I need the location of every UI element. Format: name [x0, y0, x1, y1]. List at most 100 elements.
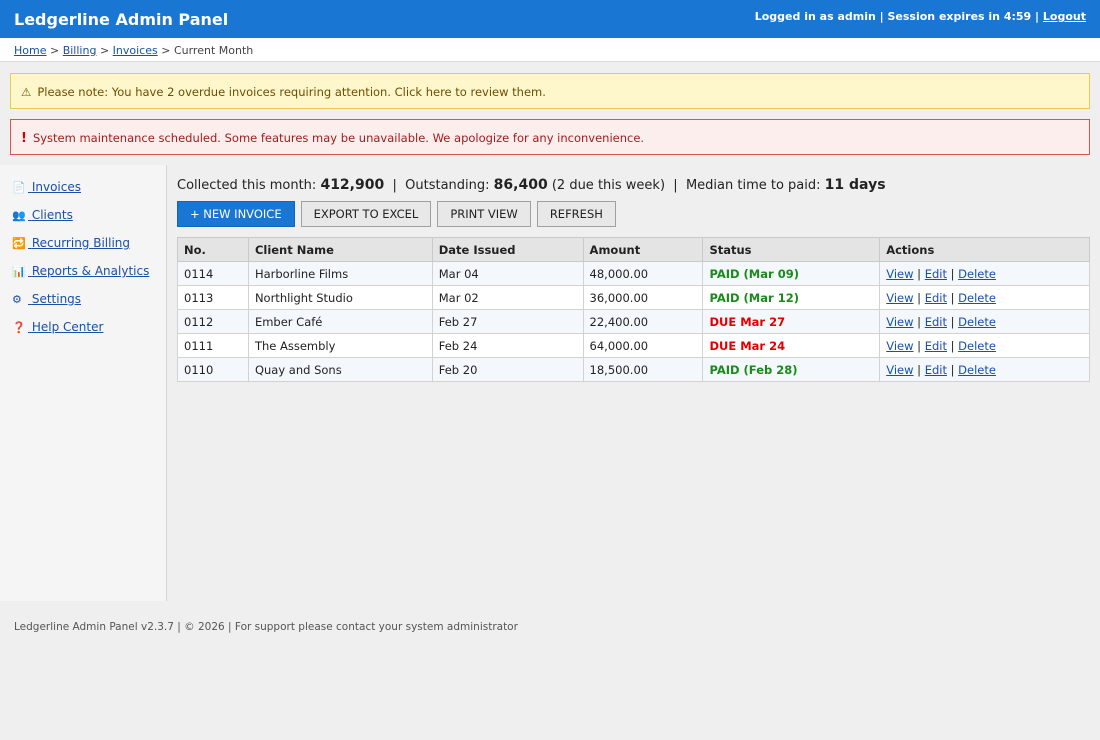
maintenance-error-banner: ! System maintenance scheduled. Some feat… [10, 119, 1090, 155]
users-icon: 👥 [12, 209, 26, 222]
action-separator: | [950, 266, 955, 281]
session-info: Logged in as admin | Session expires in … [755, 10, 1086, 23]
column-header-status[interactable]: Status [702, 237, 881, 262]
delete-link[interactable]: Delete [958, 291, 996, 305]
logout-link[interactable]: Logout [1043, 10, 1086, 23]
gear-icon: ⚙ [12, 293, 22, 306]
refresh-button[interactable]: REFRESH [536, 201, 616, 227]
outstanding-value: 86,400 [493, 177, 548, 193]
delete-link[interactable]: Delete [958, 339, 996, 353]
amount: 18,500.00 [582, 357, 704, 382]
date-issued: Mar 02 [431, 285, 584, 310]
document-icon: 📄 [12, 181, 26, 194]
breadcrumb-current: Current Month [173, 44, 254, 57]
amount: 36,000.00 [582, 285, 704, 310]
invoice-number: 0110 [177, 357, 249, 382]
column-header-amount[interactable]: Amount [582, 237, 704, 262]
sidebar-item-clients[interactable]: 👥 Clients [0, 207, 166, 235]
delete-link[interactable]: Delete [958, 315, 996, 329]
sidebar-item-recurring-billing[interactable]: 🔁 Recurring Billing [0, 235, 166, 263]
sidebar-item-settings[interactable]: ⚙ Settings [0, 291, 166, 319]
edit-link[interactable]: Edit [925, 363, 947, 377]
status-badge: PAID (Mar 12) [702, 285, 881, 310]
breadcrumb-invoices[interactable]: Invoices [113, 44, 158, 57]
action-separator: | [917, 314, 922, 329]
sidebar-item-label: Invoices [31, 180, 81, 194]
column-header-actions: Actions [879, 237, 1090, 262]
date-issued: Feb 24 [431, 333, 584, 358]
breadcrumb-separator: > [161, 44, 171, 57]
client-name: Quay and Sons [247, 357, 433, 382]
amount: 48,000.00 [582, 261, 704, 286]
delete-link[interactable]: Delete [958, 363, 996, 377]
breadcrumb-billing[interactable]: Billing [63, 44, 97, 57]
action-separator: | [917, 338, 922, 353]
question-icon: ❓ [12, 321, 26, 334]
column-header-client[interactable]: Client Name [247, 237, 433, 262]
warning-icon: ⚠ [21, 85, 32, 99]
row-actions: View | Edit | Delete [879, 333, 1090, 358]
date-issued: Feb 27 [431, 309, 584, 334]
table-row: 0114 Harborline Films Mar 04 48,000.00 P… [177, 261, 1090, 286]
edit-link[interactable]: Edit [925, 339, 947, 353]
row-actions: View | Edit | Delete [879, 309, 1090, 334]
outstanding-label: Outstanding: [405, 178, 490, 193]
view-link[interactable]: View [886, 267, 913, 281]
overdue-warning-banner[interactable]: ⚠ Please note: You have 2 overdue invoice… [10, 73, 1090, 109]
row-actions: View | Edit | Delete [879, 261, 1090, 286]
new-invoice-button[interactable]: + NEW INVOICE [177, 201, 295, 227]
action-separator: | [950, 314, 955, 329]
sidebar: 📄 Invoices 👥 Clients 🔁 Recurring Billing… [0, 165, 167, 601]
main-content: Collected this month: 412,900 | Outstand… [177, 165, 1090, 382]
date-issued: Feb 20 [431, 357, 584, 382]
invoice-table: No. Client Name Date Issued Amount Statu… [177, 237, 1090, 382]
sidebar-item-help-center[interactable]: ❓ Help Center [0, 319, 166, 347]
action-separator: | [950, 362, 955, 377]
export-excel-button[interactable]: EXPORT TO EXCEL [300, 201, 432, 227]
row-actions: View | Edit | Delete [879, 285, 1090, 310]
breadcrumb-home[interactable]: Home [14, 44, 46, 57]
collected-label: Collected this month: [177, 178, 317, 193]
print-view-button[interactable]: PRINT VIEW [437, 201, 531, 227]
column-header-date[interactable]: Date Issued [431, 237, 584, 262]
view-link[interactable]: View [886, 363, 913, 377]
median-label: Median time to paid: [685, 178, 821, 193]
edit-link[interactable]: Edit [925, 291, 947, 305]
breadcrumb-separator: > [99, 44, 110, 57]
client-name: Northlight Studio [247, 285, 433, 310]
status-badge: DUE Mar 27 [702, 309, 881, 334]
column-header-no[interactable]: No. [177, 237, 249, 262]
median-value: 11 days [824, 177, 886, 193]
action-separator: | [917, 266, 922, 281]
edit-link[interactable]: Edit [925, 315, 947, 329]
sidebar-item-invoices[interactable]: 📄 Invoices [0, 179, 166, 207]
view-link[interactable]: View [886, 291, 913, 305]
status-badge: PAID (Feb 28) [702, 357, 881, 382]
date-issued: Mar 04 [431, 261, 584, 286]
sidebar-item-label: Clients [31, 208, 73, 222]
view-link[interactable]: View [886, 339, 913, 353]
view-link[interactable]: View [886, 315, 913, 329]
invoice-number: 0112 [177, 309, 249, 334]
table-header-row: No. Client Name Date Issued Amount Statu… [177, 237, 1090, 262]
table-row: 0112 Ember Café Feb 27 22,400.00 DUE Mar… [177, 309, 1090, 334]
repeat-icon: 🔁 [12, 237, 26, 250]
invoice-number: 0111 [177, 333, 249, 358]
invoice-number: 0114 [177, 261, 249, 286]
invoice-number: 0113 [177, 285, 249, 310]
delete-link[interactable]: Delete [958, 267, 996, 281]
action-separator: | [917, 362, 922, 377]
warning-text: Please note: You have 2 overdue invoices… [37, 85, 546, 99]
edit-link[interactable]: Edit [925, 267, 947, 281]
amount: 22,400.00 [582, 309, 704, 334]
table-row: 0110 Quay and Sons Feb 20 18,500.00 PAID… [177, 357, 1090, 382]
client-name: Harborline Films [247, 261, 433, 286]
sidebar-item-label: Help Center [31, 320, 104, 334]
table-row: 0111 The Assembly Feb 24 64,000.00 DUE M… [177, 333, 1090, 358]
footer: Ledgerline Admin Panel v2.3.7 | © 2026 |… [14, 621, 518, 633]
app-title: Ledgerline Admin Panel [14, 10, 229, 29]
status-badge: DUE Mar 24 [702, 333, 881, 358]
sidebar-item-reports[interactable]: 📊 Reports & Analytics [0, 263, 166, 291]
top-bar: Ledgerline Admin Panel Logged in as admi… [0, 0, 1100, 38]
stats-separator: | [673, 178, 678, 193]
